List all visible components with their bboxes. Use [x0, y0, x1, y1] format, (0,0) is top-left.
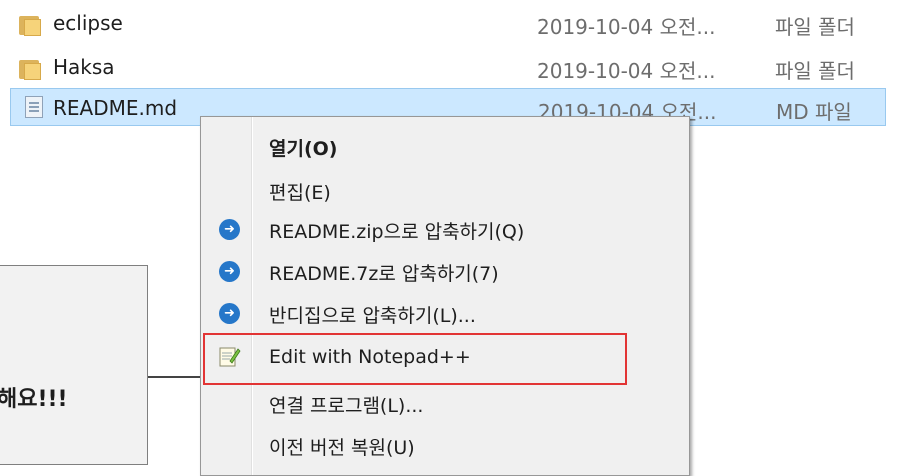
file-type: 파일 폴더 [775, 59, 855, 83]
bandizip-icon: ➜ [219, 303, 240, 324]
document-icon [25, 96, 43, 118]
annotation-callout: 해요!!! [0, 265, 148, 465]
menu-item-7z-compress[interactable]: README.7z로 압축하기(7) [269, 259, 499, 286]
file-row-eclipse[interactable]: eclipse 2019-10-04 오전... 파일 폴더 [0, 0, 905, 39]
menu-item-open[interactable]: 열기(O) [269, 134, 337, 161]
menu-item-zip-compress[interactable]: README.zip으로 압축하기(Q) [269, 217, 524, 244]
menu-item-edit[interactable]: 편집(E) [269, 178, 331, 205]
context-menu: 열기(O) 편집(E) ➜ README.zip으로 압축하기(Q) ➜ REA… [200, 116, 690, 476]
folder-icon [19, 58, 41, 80]
file-date: 2019-10-04 오전... [537, 59, 716, 83]
file-date: 2019-10-04 오전... [537, 15, 716, 39]
file-type: MD 파일 [776, 100, 852, 124]
callout-text: 해요!!! [0, 387, 68, 412]
file-name: eclipse [53, 11, 123, 35]
menu-item-open-with[interactable]: 연결 프로그램(L)... [269, 391, 423, 418]
bandizip-icon: ➜ [219, 219, 240, 240]
folder-icon [19, 14, 41, 36]
menu-item-bandizip-compress[interactable]: 반디집으로 압축하기(L)... [269, 301, 476, 328]
file-type: 파일 폴더 [775, 15, 855, 39]
bandizip-icon: ➜ [219, 261, 240, 282]
menu-item-restore-previous[interactable]: 이전 버전 복원(U) [269, 433, 415, 460]
highlight-box [203, 333, 627, 385]
file-name: Haksa [53, 55, 115, 79]
file-name: README.md [53, 96, 178, 120]
file-row-haksa[interactable]: Haksa 2019-10-04 오전... 파일 폴더 [0, 46, 905, 83]
